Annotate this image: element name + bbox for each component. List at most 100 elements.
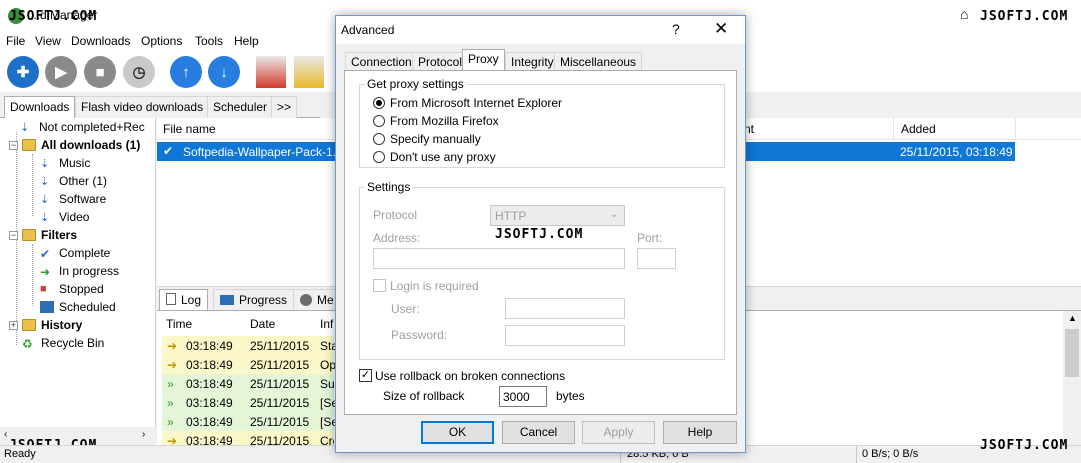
log-row[interactable]: » 03:18:49 25/11/2015 Suc — [162, 374, 341, 393]
apply-button[interactable]: Apply — [582, 421, 655, 444]
radio-firefox[interactable] — [373, 115, 385, 127]
protocol-select[interactable]: HTTP ⌄ — [490, 205, 625, 226]
ok-button[interactable]: OK — [421, 421, 494, 444]
settings-group-legend: Settings — [365, 180, 413, 194]
login-required-checkbox[interactable] — [373, 279, 386, 292]
recycle-bin-icon: ♻ — [22, 337, 33, 351]
download-arrow-icon: ⇣ — [40, 212, 50, 224]
window-controls[interactable]: ⌂ — [960, 6, 978, 24]
menu-tools[interactable]: Tools — [195, 34, 223, 48]
radio-no-proxy[interactable] — [373, 151, 385, 163]
rollback-checkbox[interactable]: ✓ — [359, 369, 372, 382]
menu-file[interactable]: File — [6, 34, 25, 48]
start-button[interactable]: ▶ — [45, 56, 77, 88]
rollback-label[interactable]: Use rollback on broken connections — [375, 369, 565, 383]
tab-me[interactable]: Me — [293, 289, 341, 310]
tree-item-stopped[interactable]: ■ Stopped — [40, 280, 104, 298]
help-icon[interactable]: ? — [672, 21, 680, 37]
tab-more[interactable]: >> — [271, 96, 298, 118]
collapse-all-downloads[interactable]: − — [9, 141, 18, 150]
folder-icon — [22, 139, 36, 151]
menu-options[interactable]: Options — [141, 34, 182, 48]
column-added[interactable]: Added — [901, 122, 936, 136]
rollback-size-input[interactable]: 3000 — [499, 386, 547, 407]
tab-proxy[interactable]: Proxy — [462, 49, 505, 71]
speed-limit-red-icon[interactable] — [256, 56, 286, 88]
address-label: Address: — [373, 231, 421, 245]
tab-scheduler[interactable]: Scheduler — [207, 96, 274, 118]
scroll-thumb[interactable] — [1065, 329, 1079, 377]
log-column-time[interactable]: Time — [166, 317, 192, 331]
tree-item-history[interactable]: History — [22, 316, 82, 334]
tab-progress[interactable]: Progress — [213, 289, 295, 310]
download-arrow-icon: ⇣ — [40, 158, 50, 170]
tab-flash-video-downloads[interactable]: Flash video downloads — [75, 96, 210, 118]
checkmark-icon: ✔ — [40, 247, 51, 261]
watermark-top-right: JSOFTJ.COM — [980, 9, 1069, 24]
log-row[interactable]: ➔ 03:18:49 25/11/2015 Cre — [162, 431, 334, 445]
folder-icon — [22, 229, 36, 241]
log-row[interactable]: ➔ 03:18:49 25/11/2015 Sta — [162, 336, 338, 355]
menu-downloads[interactable]: Downloads — [71, 34, 130, 48]
tab-miscellaneous[interactable]: Miscellaneous — [554, 52, 643, 70]
move-up-button[interactable]: ↑ — [170, 56, 202, 88]
password-label: Password: — [391, 328, 448, 342]
speed-limit-yellow-icon[interactable] — [294, 56, 324, 88]
log-row[interactable]: » 03:18:49 25/11/2015 [Se — [162, 412, 338, 431]
log-row[interactable]: ➔ 03:18:49 25/11/2015 Op — [162, 355, 336, 374]
tree-item-other[interactable]: ⇣ Other (1) — [40, 172, 107, 190]
cancel-button[interactable]: Cancel — [502, 421, 575, 444]
menu-help[interactable]: Help — [234, 34, 259, 48]
stop-button[interactable]: ■ — [84, 56, 116, 88]
expand-history[interactable]: + — [9, 321, 18, 330]
tab-downloads[interactable]: Downloads — [4, 96, 76, 118]
tab-log[interactable]: Log — [159, 289, 209, 310]
radio-ie-label[interactable]: From Microsoft Internet Explorer — [390, 96, 562, 110]
schedule-icon — [40, 301, 54, 313]
column-file-name[interactable]: File name — [163, 122, 216, 136]
log-column-info[interactable]: Inf — [320, 317, 333, 331]
double-arrow-icon: » — [167, 377, 174, 391]
user-input[interactable] — [505, 298, 625, 319]
radio-ie[interactable] — [373, 97, 385, 109]
folder-icon — [22, 319, 36, 331]
login-required-label: Login is required — [390, 279, 479, 293]
tree-item-in-progress[interactable]: ➜ In progress — [40, 262, 119, 280]
add-download-button[interactable]: ✚ — [7, 56, 39, 88]
tree-item-filters[interactable]: Filters — [22, 226, 77, 244]
watermark-center: JSOFTJ.COM — [495, 227, 584, 242]
collapse-filters[interactable]: − — [9, 231, 18, 240]
tree-item-software[interactable]: ⇣ Software — [40, 190, 106, 208]
address-input[interactable] — [373, 248, 625, 269]
port-input[interactable] — [637, 248, 676, 269]
tree-item-complete[interactable]: ✔ Complete — [40, 244, 110, 262]
radio-no-proxy-label[interactable]: Don't use any proxy — [390, 150, 496, 164]
tree-item-all-downloads[interactable]: All downloads (1) — [22, 136, 140, 154]
log-row[interactable]: » 03:18:49 25/11/2015 [Se — [162, 393, 338, 412]
tab-protocol[interactable]: Protocol — [412, 52, 469, 70]
log-vertical-scrollbar[interactable]: ▲ — [1063, 311, 1081, 445]
move-down-button[interactable]: ↓ — [208, 56, 240, 88]
tree-item-music[interactable]: ⇣ Music — [40, 154, 90, 172]
tree-item-video[interactable]: ⇣ Video — [40, 208, 89, 226]
radio-firefox-label[interactable]: From Mozilla Firefox — [390, 114, 499, 128]
radio-manual[interactable] — [373, 133, 385, 145]
tree-item-not-completed[interactable]: ⇣ Not completed+Rec — [20, 118, 145, 136]
tree-item-recycle-bin[interactable]: ♻ Recycle Bin — [22, 334, 104, 352]
password-input[interactable] — [505, 325, 625, 346]
scroll-up-icon[interactable]: ▲ — [1068, 313, 1077, 323]
tab-integrity[interactable]: Integrity — [505, 52, 560, 70]
log-column-date[interactable]: Date — [250, 317, 275, 331]
rollback-unit: bytes — [556, 389, 585, 403]
scroll-left-icon[interactable]: ‹ — [4, 429, 7, 440]
help-button[interactable]: Help — [663, 421, 737, 444]
tab-connection[interactable]: Connection — [345, 52, 418, 70]
scroll-right-icon[interactable]: › — [142, 429, 145, 440]
radio-manual-label[interactable]: Specify manually — [390, 132, 481, 146]
menu-view[interactable]: View — [35, 34, 61, 48]
port-label: Port: — [637, 231, 663, 245]
tree-item-scheduled[interactable]: Scheduled — [40, 298, 116, 316]
status-ready: Ready — [4, 448, 36, 460]
scheduler-clock-button[interactable]: ◷ — [123, 56, 155, 88]
close-icon[interactable]: ✕ — [714, 19, 728, 39]
